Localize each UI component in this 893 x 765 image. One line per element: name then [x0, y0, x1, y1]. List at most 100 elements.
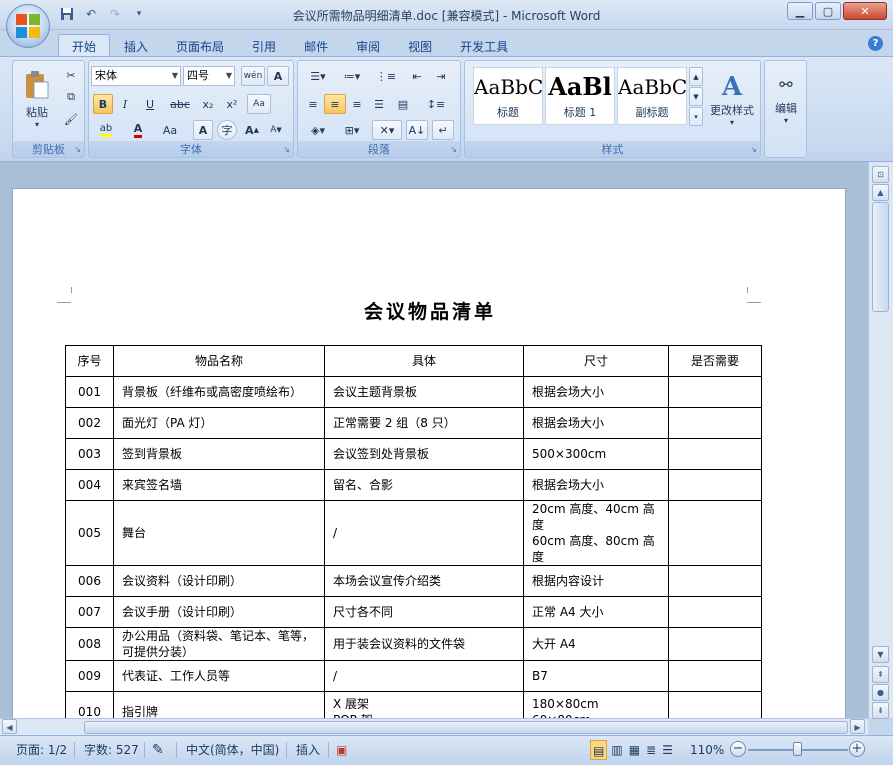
- show-marks-button[interactable]: ↵: [432, 120, 454, 140]
- bullets-button[interactable]: ☰▾: [302, 66, 334, 86]
- maximize-button[interactable]: ▢: [815, 2, 841, 20]
- outline-icon[interactable]: ≣: [644, 740, 658, 760]
- paste-button[interactable]: 粘贴 ▾: [17, 63, 57, 135]
- cell-detail: /: [324, 660, 524, 692]
- align-right-button[interactable]: ≡: [346, 94, 368, 114]
- superscript-button[interactable]: x²: [221, 94, 243, 114]
- tab-insert[interactable]: 插入: [110, 34, 162, 58]
- shrink-font-button[interactable]: A ▼: [265, 120, 287, 140]
- chinese-layout-button[interactable]: ✕▾: [372, 120, 402, 140]
- increase-indent-button[interactable]: ⇥: [430, 66, 452, 86]
- proofing-icon[interactable]: ✎: [152, 740, 164, 760]
- document-page[interactable]: 会议物品清单 序号 物品名称 具体 尺寸 是否需要 001 背景板（纤维布或高密度…: [12, 188, 846, 718]
- previous-page-icon[interactable]: ⇞: [872, 666, 889, 683]
- style-title[interactable]: AaBbC 标题: [473, 67, 543, 125]
- tab-review[interactable]: 审阅: [342, 34, 394, 58]
- browse-object-icon[interactable]: ●: [872, 684, 889, 701]
- italic-button[interactable]: I: [115, 94, 135, 114]
- minimize-button[interactable]: ▁: [787, 2, 813, 20]
- font-name-combo[interactable]: 宋体 ▼: [91, 66, 181, 86]
- underline-button[interactable]: U: [137, 94, 163, 114]
- numbering-button[interactable]: ≔▾: [336, 66, 368, 86]
- help-icon[interactable]: ?: [868, 36, 883, 51]
- full-screen-reading-icon[interactable]: ▥: [609, 740, 624, 760]
- paragraph-group: ☰▾ ≔▾ ⋮≡ ⇤ ⇥ ≡ ≡ ≡ ☰ ▤ ↕≡ ◈▾ ⊞▾ ✕▾ A↓ ↵ …: [297, 60, 461, 158]
- web-layout-icon[interactable]: ▦: [627, 740, 642, 760]
- print-layout-icon[interactable]: ▤: [590, 740, 608, 760]
- cell-no: 002: [65, 407, 114, 439]
- sort-button[interactable]: A↓: [406, 120, 428, 140]
- styles-scroll-down[interactable]: ▼: [689, 87, 703, 106]
- horizontal-scrollbar[interactable]: ◀ ▶: [0, 718, 868, 735]
- line-spacing-button[interactable]: ↕≡: [420, 94, 452, 114]
- char-border-button[interactable]: A: [267, 66, 289, 86]
- style-subtitle[interactable]: AaBbC 副标题: [617, 67, 687, 125]
- zoom-level[interactable]: 110%: [690, 740, 724, 760]
- change-case-button[interactable]: Aa: [155, 120, 185, 140]
- change-styles-button[interactable]: A 更改样式 ▾: [705, 63, 759, 135]
- grow-font-button[interactable]: A ▲: [241, 120, 263, 140]
- scroll-right-icon[interactable]: ▶: [850, 719, 865, 734]
- tab-view[interactable]: 视图: [394, 34, 446, 58]
- zoom-out-icon[interactable]: −: [730, 741, 746, 757]
- tab-mailings[interactable]: 邮件: [290, 34, 342, 58]
- status-page[interactable]: 页面: 1/2: [16, 740, 67, 760]
- vertical-scrollbar[interactable]: ⊡ ▲ ▼ ⇞ ● ⇟: [868, 162, 893, 719]
- next-page-icon[interactable]: ⇟: [872, 702, 889, 719]
- paint-bucket-icon: ◈▾: [311, 123, 325, 137]
- tab-references[interactable]: 引用: [238, 34, 290, 58]
- increase-indent-icon: ⇥: [436, 69, 446, 83]
- status-insert-mode[interactable]: 插入: [296, 740, 320, 760]
- clear-format-button[interactable]: Aa: [247, 94, 271, 114]
- cell-need: [668, 469, 762, 501]
- enclose-char-button[interactable]: 字: [217, 120, 237, 140]
- cut-button[interactable]: ✂: [61, 65, 81, 85]
- copy-button[interactable]: ⧉: [61, 87, 81, 107]
- font-group: 宋体 ▼ 四号 ▼ wén A B I U abc x₂ x² Aa ab A Aa…: [88, 60, 294, 158]
- tab-page-layout[interactable]: 页面布局: [162, 34, 238, 58]
- styles-more[interactable]: ▾: [689, 107, 703, 126]
- editing-button[interactable]: ⚯ 编辑 ▾: [767, 65, 805, 135]
- document-area[interactable]: 会议物品清单 序号 物品名称 具体 尺寸 是否需要 001 背景板（纤维布或高密度…: [0, 162, 868, 718]
- tab-home[interactable]: 开始: [58, 34, 111, 58]
- tab-developer[interactable]: 开发工具: [446, 34, 522, 58]
- subscript-button[interactable]: x₂: [197, 94, 219, 114]
- phonetic-guide-button[interactable]: wén: [241, 66, 265, 86]
- strikethrough-button[interactable]: abc: [165, 94, 195, 114]
- office-button[interactable]: [6, 4, 50, 48]
- format-painter-button[interactable]: 🖌: [61, 109, 81, 129]
- horizontal-scroll-thumb[interactable]: [84, 721, 848, 734]
- font-size-combo[interactable]: 四号 ▼: [183, 66, 235, 86]
- zoom-in-icon[interactable]: +: [849, 741, 865, 757]
- decrease-indent-button[interactable]: ⇤: [406, 66, 428, 86]
- zoom-slider-thumb[interactable]: [793, 742, 802, 756]
- style-heading1[interactable]: AaBl 标题 1: [545, 67, 615, 125]
- align-left-button[interactable]: ≡: [302, 94, 324, 114]
- shading-button[interactable]: ◈▾: [302, 120, 334, 140]
- close-button[interactable]: ✕: [843, 2, 887, 20]
- styles-scroll-up[interactable]: ▲: [689, 67, 703, 86]
- styles-launcher-icon[interactable]: ↘: [750, 145, 757, 154]
- clipboard-launcher-icon[interactable]: ↘: [74, 145, 81, 154]
- justify-button[interactable]: ☰: [368, 94, 390, 114]
- bold-button[interactable]: B: [93, 94, 113, 114]
- font-launcher-icon[interactable]: ↘: [283, 145, 290, 154]
- borders-button[interactable]: ⊞▾: [336, 120, 368, 140]
- highlight-button[interactable]: ab: [91, 120, 121, 140]
- char-shading-button[interactable]: A: [193, 120, 213, 140]
- vertical-scroll-thumb[interactable]: [872, 202, 889, 312]
- scroll-left-icon[interactable]: ◀: [2, 719, 17, 734]
- draft-icon[interactable]: ☰: [660, 740, 675, 760]
- status-words[interactable]: 字数: 527: [84, 740, 139, 760]
- scroll-up-icon[interactable]: ▲: [872, 184, 889, 201]
- ruler-toggle-icon[interactable]: ⊡: [872, 166, 889, 183]
- status-language[interactable]: 中文(简体，中国): [186, 740, 279, 760]
- scroll-down-icon[interactable]: ▼: [872, 646, 889, 663]
- cell-size: 根据内容设计: [523, 565, 669, 597]
- paragraph-launcher-icon[interactable]: ↘: [450, 145, 457, 154]
- distributed-button[interactable]: ▤: [392, 94, 414, 114]
- font-color-button[interactable]: A: [123, 120, 153, 140]
- multilevel-list-button[interactable]: ⋮≡: [370, 66, 402, 86]
- align-center-button[interactable]: ≡: [324, 94, 346, 114]
- macro-record-icon[interactable]: ▣: [336, 740, 347, 760]
